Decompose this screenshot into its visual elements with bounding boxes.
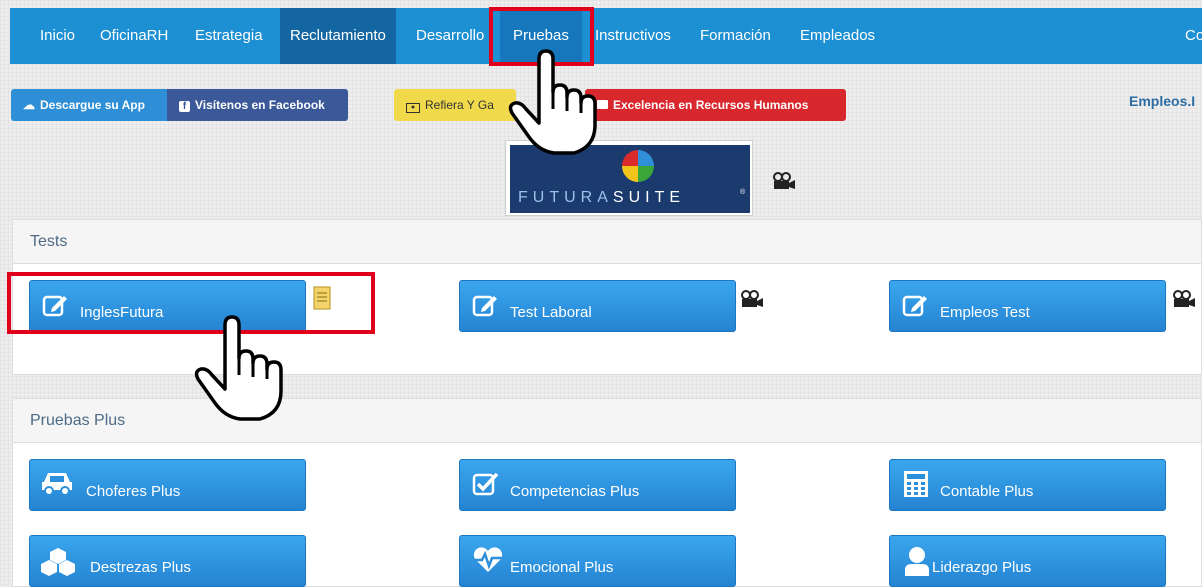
empleos-link[interactable]: Empleos.I bbox=[1129, 93, 1195, 109]
edit-icon bbox=[472, 295, 497, 317]
nav-co[interactable]: Co bbox=[1185, 8, 1202, 64]
excelencia-button[interactable]: Excelencia en Recursos Humanos bbox=[585, 89, 846, 121]
video-camera-icon[interactable] bbox=[772, 172, 796, 190]
refiera-button[interactable]: ● Refiera Y Ga bbox=[394, 89, 516, 121]
destrezas-plus-label: Destrezas Plus bbox=[90, 559, 191, 576]
test-laboral-label: Test Laboral bbox=[510, 304, 592, 321]
emocional-plus-label: Emocional Plus bbox=[510, 559, 614, 576]
nav-instructivos[interactable]: Instructivos bbox=[595, 8, 671, 64]
tests-title: Tests bbox=[30, 233, 68, 250]
emocional-plus-button[interactable]: Emocional Plus bbox=[459, 535, 736, 587]
car-icon bbox=[42, 473, 72, 496]
nav-oficinarh[interactable]: OficinaRH bbox=[100, 8, 168, 64]
excelencia-label: Excelencia en Recursos Humanos bbox=[613, 98, 809, 112]
cubes-icon bbox=[41, 548, 75, 576]
download-app-label: Descargue su App bbox=[40, 98, 145, 112]
edit-icon bbox=[902, 295, 927, 317]
liderazgo-plus-label: Liderazgo Plus bbox=[932, 559, 1032, 576]
choferes-plus-button[interactable]: Choferes Plus bbox=[29, 459, 306, 511]
checkbox-icon bbox=[472, 472, 499, 496]
nav-formacion[interactable]: Formación bbox=[700, 8, 771, 64]
contable-plus-button[interactable]: Contable Plus bbox=[889, 459, 1166, 511]
choferes-plus-label: Choferes Plus bbox=[86, 483, 181, 500]
refiera-label: Refiera Y Ga bbox=[425, 98, 494, 112]
destrezas-plus-button[interactable]: Destrezas Plus bbox=[29, 535, 306, 587]
logo-globe-icon bbox=[622, 150, 654, 182]
hand-pointer-icon bbox=[508, 49, 597, 155]
facebook-button[interactable]: f Visítenos en Facebook bbox=[167, 89, 348, 121]
tests-panel-header: Tests bbox=[13, 220, 1201, 264]
calculator-icon bbox=[904, 471, 928, 497]
video-camera-icon[interactable] bbox=[740, 290, 764, 308]
hand-pointer-icon bbox=[194, 315, 283, 421]
video-camera-icon[interactable] bbox=[1172, 290, 1196, 308]
empleos-test-label: Empleos Test bbox=[940, 304, 1030, 321]
nav-estrategia[interactable]: Estrategia bbox=[195, 8, 263, 64]
heartbeat-icon bbox=[473, 547, 503, 572]
competencias-plus-label: Competencias Plus bbox=[510, 483, 640, 500]
empleos-test-button[interactable]: Empleos Test bbox=[889, 280, 1166, 332]
nav-inicio[interactable]: Inicio bbox=[40, 8, 75, 64]
liderazgo-plus-button[interactable]: Liderazgo Plus bbox=[889, 535, 1166, 587]
nav-desarrollo[interactable]: Desarrollo bbox=[416, 8, 484, 64]
nav-empleados[interactable]: Empleados bbox=[800, 8, 875, 64]
competencias-plus-button[interactable]: Competencias Plus bbox=[459, 459, 736, 511]
logo-part2: SUITE bbox=[612, 189, 686, 206]
facebook-label: Visítenos en Facebook bbox=[195, 98, 325, 112]
logo-registered: ® bbox=[740, 189, 746, 196]
logo-wordmark: FUTURASUITE bbox=[518, 189, 685, 207]
test-laboral-button[interactable]: Test Laboral bbox=[459, 280, 736, 332]
logo-part1: FUTURA bbox=[518, 189, 613, 206]
download-app-button[interactable]: ☁ Descargue su App bbox=[11, 89, 167, 121]
user-icon bbox=[905, 547, 929, 576]
pruebas-plus-title: Pruebas Plus bbox=[30, 412, 126, 429]
contable-plus-label: Contable Plus bbox=[940, 483, 1034, 500]
top-navbar: Inicio OficinaRH Estrategia Reclutamient… bbox=[10, 8, 1202, 64]
money-icon: ● bbox=[406, 103, 420, 113]
facebook-icon: f bbox=[179, 101, 190, 112]
nav-reclutamiento[interactable]: Reclutamiento bbox=[280, 8, 396, 64]
cloud-download-icon: ☁ bbox=[23, 98, 35, 112]
